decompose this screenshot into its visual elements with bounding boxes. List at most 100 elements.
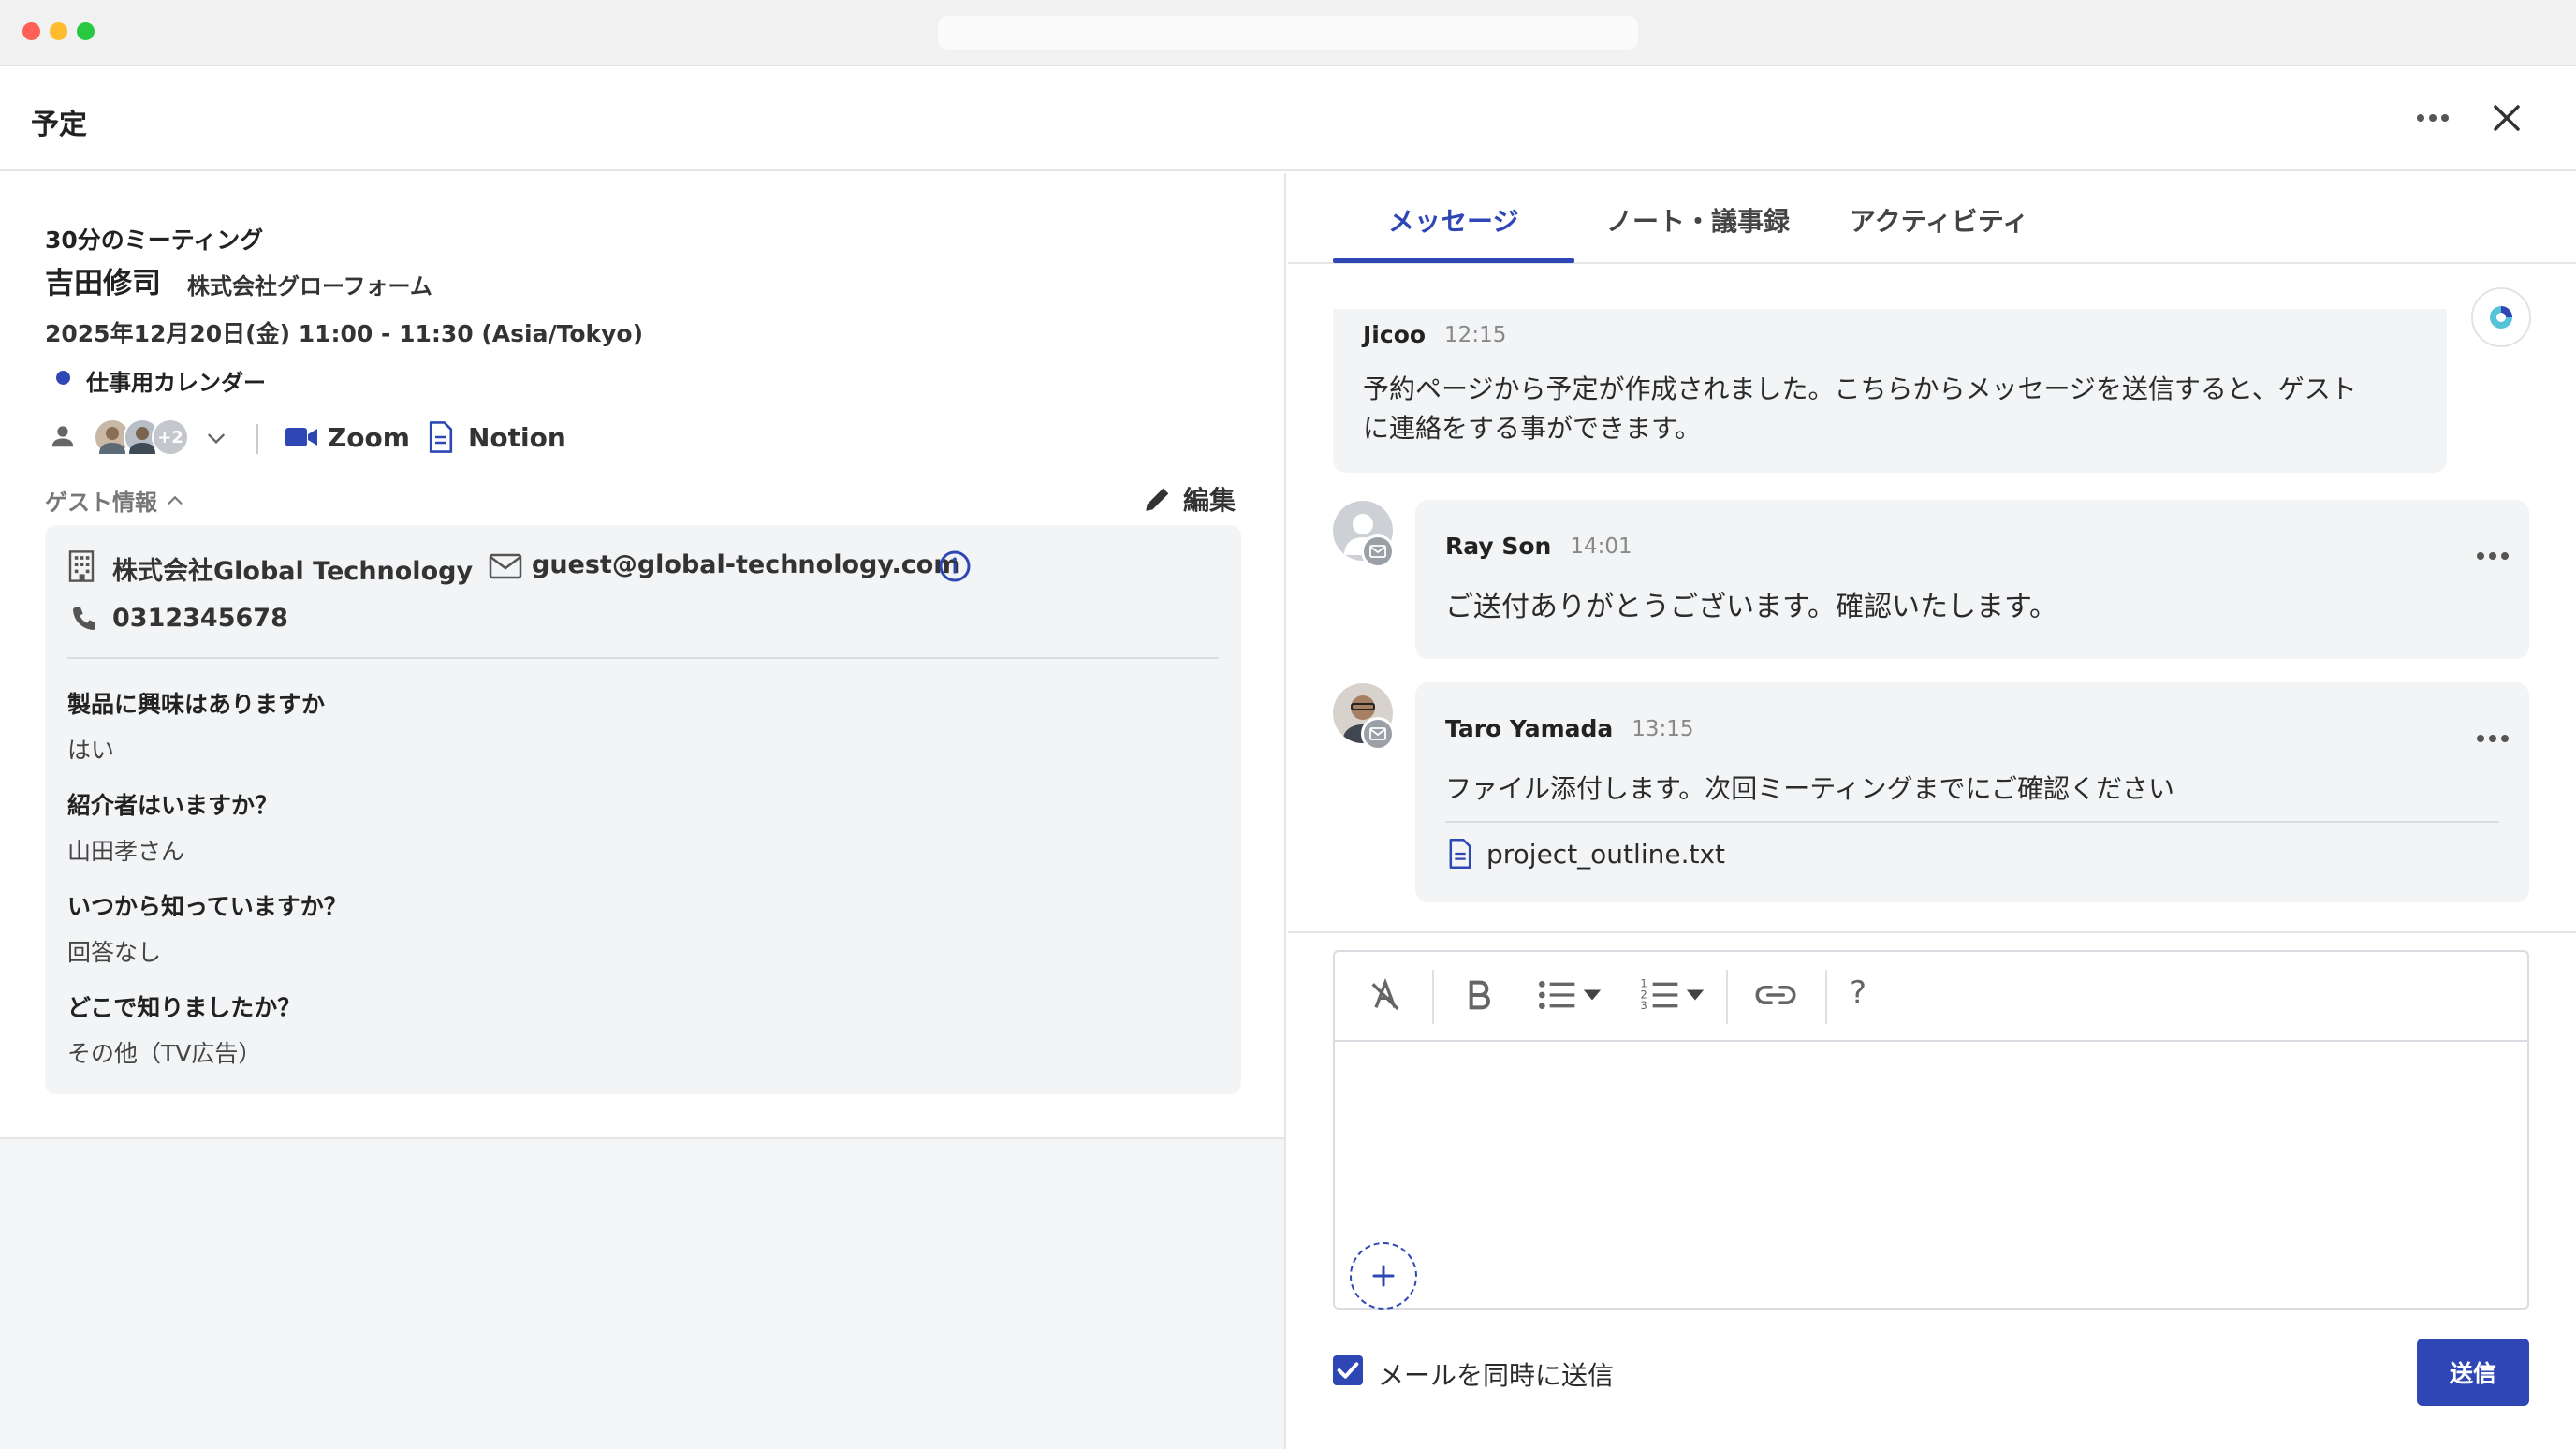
video-camera-icon (285, 428, 317, 446)
qa-question: 紹介者はいますか？ (67, 792, 279, 819)
guest-name: 吉田修司 (45, 267, 161, 300)
message-sender: Jicoo (1363, 321, 1427, 348)
email-checkbox-label[interactable]: メールを同時に送信 (1378, 1355, 1614, 1393)
tab-notes[interactable]: ノート・議事録 (1606, 201, 1790, 239)
event-detail-pane: 30分のミーティング 吉田修司 株式会社グローフォーム 2025年12月20日(… (0, 173, 1286, 1449)
message-sender: Taro Yamada (1445, 715, 1614, 742)
page-title: 予定 (31, 109, 87, 141)
calendar-color-dot (56, 371, 70, 385)
more-options-icon[interactable] (2417, 114, 2449, 122)
zoom-window-button[interactable] (77, 22, 95, 40)
mail-badge-icon (1361, 717, 1395, 751)
divider (67, 657, 1219, 659)
pencil-icon (1146, 488, 1169, 511)
qa-question: いつから知っていますか？ (67, 893, 347, 920)
caret-down-icon[interactable] (1582, 988, 1603, 1003)
file-icon (1449, 839, 1471, 869)
message-time: 14:01 (1570, 534, 1632, 559)
qa-answer: 回答なし (67, 939, 162, 966)
close-icon[interactable] (2492, 103, 2522, 133)
guest-phone: 0312345678 (112, 604, 288, 633)
address-bar[interactable] (938, 16, 1638, 50)
message-header: Taro Yamada 13:15 (1445, 715, 1694, 742)
message-sender: Ray Son (1445, 533, 1552, 560)
person-icon (51, 426, 74, 447)
bold-icon[interactable] (1460, 976, 1498, 1014)
bullet-list-icon[interactable] (1537, 976, 1578, 1014)
phone-icon (73, 607, 95, 630)
message-body-line: 予約ページから予定が作成されました。こちらからメッセージを送信すると、ゲスト (1363, 373, 2357, 404)
numbered-list-icon[interactable]: 1 2 3 (1640, 976, 1681, 1014)
chevron-down-icon[interactable] (204, 426, 228, 450)
guest-company: 株式会社グローフォーム (187, 273, 432, 300)
link-icon[interactable] (1754, 976, 1797, 1014)
caret-down-icon[interactable] (1685, 988, 1705, 1003)
mail-icon (489, 553, 522, 579)
jicoo-logo-icon (2490, 306, 2512, 329)
qa-question: 製品に興味はありますか (67, 691, 326, 718)
divider (1445, 821, 2499, 823)
qa-answer: その他（TV広告） (67, 1040, 262, 1067)
jicoo-logo (2471, 287, 2531, 347)
close-window-button[interactable] (22, 22, 40, 40)
event-card: 30分のミーティング 吉田修司 株式会社グローフォーム 2025年12月20日(… (0, 173, 1284, 1139)
add-attachment-button[interactable] (1350, 1242, 1417, 1310)
document-icon (429, 421, 453, 453)
event-datetime: 2025年12月20日(金) 11:00 - 11:30 (Asia/Tokyo… (45, 320, 644, 347)
message-time: 12:15 (1444, 322, 1507, 347)
guest-info-toggle[interactable]: ゲスト情報 (45, 484, 185, 517)
message-time: 13:15 (1632, 716, 1694, 741)
edit-label: 編集 (1183, 485, 1237, 516)
toolbar-separator (1726, 970, 1728, 1024)
toolbar-separator (1432, 970, 1434, 1024)
message-more-icon[interactable] (2477, 735, 2509, 742)
message-more-icon[interactable] (2477, 552, 2509, 560)
qa-answer: 山田孝さん (67, 838, 185, 865)
system-message: Jicoo 12:15 予約ページから予定が作成されました。こちらからメッセージ… (1333, 309, 2447, 473)
guest-info-label: ゲスト情報 (45, 490, 157, 516)
guest-email[interactable]: guest@global-technology.com (532, 550, 959, 579)
composer-divider (1288, 931, 2576, 933)
active-tab-indicator (1333, 258, 1574, 263)
notion-link[interactable]: Notion (468, 422, 566, 453)
toolbar-separator (1825, 970, 1827, 1024)
chevron-up-icon (168, 495, 183, 505)
email-checkbox[interactable] (1333, 1355, 1363, 1385)
zoom-link[interactable]: Zoom (328, 422, 410, 453)
divider (256, 424, 258, 454)
message-body-line: に連絡をする事ができます。 (1363, 413, 1702, 444)
message-header: Ray Son 14:01 (1445, 533, 1632, 560)
guest-company-name: 株式会社Global Technology (112, 557, 474, 586)
mail-badge-icon (1361, 534, 1395, 568)
tab-messages[interactable]: メッセージ (1388, 201, 1518, 239)
window-titlebar (0, 0, 2576, 66)
building-icon (68, 550, 95, 582)
attachment-filename: project_outline.txt (1486, 838, 1725, 870)
attendees-more-badge[interactable]: +2 (152, 418, 189, 456)
plus-icon (1372, 1265, 1395, 1287)
message-bubble: Taro Yamada 13:15 ファイル添付します。次回ミーティングまでにご… (1415, 682, 2529, 902)
edit-button[interactable]: 編集 (1142, 480, 1236, 518)
qa-question: どこで知りましたか？ (67, 994, 301, 1021)
editor-toolbar: 1 2 3 ? (1335, 952, 2527, 1042)
tab-activity[interactable]: アクティビティ (1850, 201, 2028, 239)
help-button[interactable]: ? (1850, 974, 1866, 1012)
qa-answer: はい (67, 737, 115, 764)
minimize-window-button[interactable] (50, 22, 67, 40)
message-body: ファイル添付します。次回ミーティングまでにご確認ください (1445, 773, 2174, 804)
clear-format-icon[interactable] (1367, 976, 1404, 1014)
svg-text:3: 3 (1640, 999, 1647, 1012)
messages-pane: メッセージ ノート・議事録 アクティビティ Jicoo 12:15 予約ページか… (1288, 173, 2576, 1449)
checkmark-icon (1337, 1362, 1359, 1379)
page-header: 予定 (0, 66, 2576, 171)
meeting-type: 30分のミーティング (45, 227, 264, 254)
send-button[interactable]: 送信 (2417, 1339, 2529, 1406)
message-header: Jicoo 12:15 (1363, 321, 1506, 348)
calendar-name: 仕事用カレンダー (86, 370, 266, 396)
message-editor[interactable]: 1 2 3 ? (1333, 950, 2529, 1310)
message-body: ご送付ありがとうございます。確認いたします。 (1445, 591, 2057, 623)
message-bubble: Ray Son 14:01 ご送付ありがとうございます。確認いたします。 (1415, 500, 2529, 659)
guest-info-panel: 株式会社Global Technology guest@global-techn… (45, 525, 1241, 1094)
info-icon[interactable] (938, 549, 972, 583)
attachment-link[interactable]: project_outline.txt (1447, 838, 1725, 870)
